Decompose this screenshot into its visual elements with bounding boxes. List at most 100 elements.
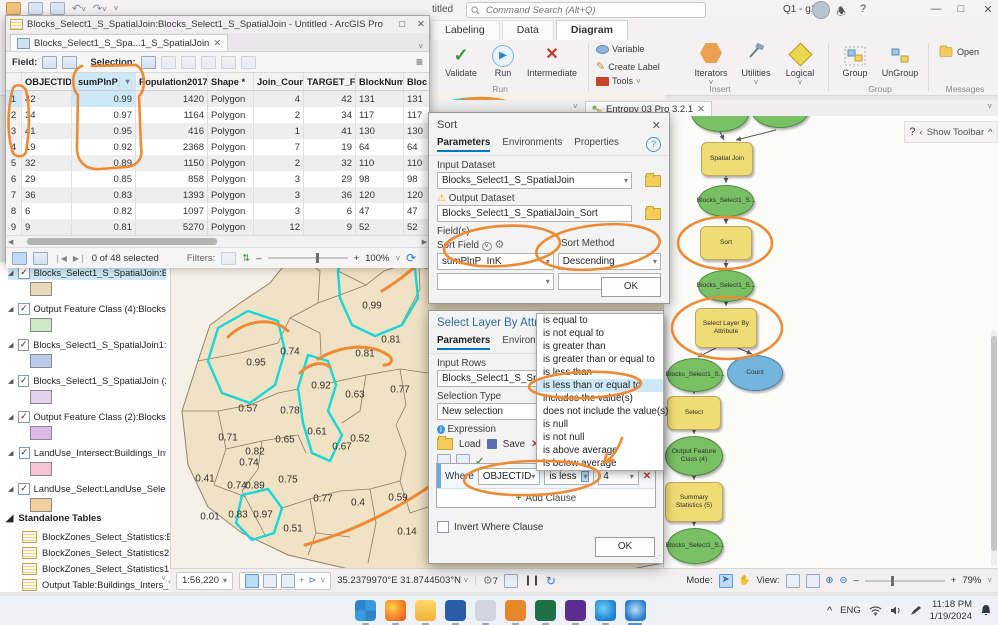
cell-join-count[interactable]: 3: [254, 203, 304, 219]
table-horizontal-scrollbar[interactable]: ◀ ▶: [6, 235, 429, 247]
taskbar-app-icon[interactable]: [595, 600, 616, 621]
cell-blocknumber2[interactable]: 120: [404, 187, 429, 203]
pan-mode-icon[interactable]: ✋: [739, 575, 751, 586]
create-label-button[interactable]: ✎Create Label: [596, 60, 660, 73]
first-record-icon[interactable]: ❘◀: [54, 254, 67, 263]
cell-join-count[interactable]: 1: [254, 123, 304, 139]
standalone-table-item[interactable]: BlockZones_Select_Statistics1:Buil...: [22, 562, 171, 576]
browse-folder-icon[interactable]: [645, 175, 661, 187]
switch-selection-icon[interactable]: [181, 56, 196, 69]
tab-parameters[interactable]: Parameters: [437, 335, 490, 350]
add-field-icon[interactable]: [42, 56, 57, 69]
cell-join-count[interactable]: 2: [254, 107, 304, 123]
table-row[interactable]: 9 9 0.81 5270 Polygon 12 9 52 52: [6, 219, 429, 235]
layer-checkbox[interactable]: ✓: [18, 411, 29, 423]
zoom-plus[interactable]: +: [951, 575, 957, 586]
layer-item[interactable]: ◢ ✓ Output Feature Class (2):Blocks_...: [8, 410, 166, 424]
help-icon[interactable]: ?: [855, 3, 871, 15]
cell-shape[interactable]: Polygon: [208, 187, 254, 203]
browse-folder-icon[interactable]: [645, 208, 661, 220]
filter-icon[interactable]: [221, 252, 236, 265]
expand-triangle-icon[interactable]: ◢: [8, 341, 14, 349]
zoom-out-table[interactable]: –: [256, 253, 261, 264]
tab-environments[interactable]: Environments: [502, 137, 562, 152]
dropdown-option[interactable]: does not include the value(s): [537, 405, 663, 418]
next-record-icon[interactable]: ▶❘: [73, 254, 86, 263]
cell-sum[interactable]: 0.99: [72, 91, 136, 107]
layer-symbol-swatch[interactable]: [30, 390, 52, 404]
cell-sum[interactable]: 0.95: [72, 123, 136, 139]
layer-symbol-swatch[interactable]: [30, 318, 52, 332]
add-clause-button[interactable]: +Add Clause: [437, 488, 655, 507]
column-header[interactable]: BlockNumber: [356, 73, 404, 90]
zoom-out-icon[interactable]: ⊖: [839, 575, 847, 586]
cell-join-count[interactable]: 2: [254, 155, 304, 171]
expand-triangle-icon[interactable]: ◢: [8, 305, 14, 313]
row-number-cell[interactable]: 9: [6, 219, 22, 235]
cell-target-fid[interactable]: 9: [304, 219, 356, 235]
dropdown-option[interactable]: is equal to: [537, 314, 663, 327]
layer-item[interactable]: ◢ ✓ LandUse_Intersect:Buildings_Int...: [8, 446, 166, 460]
cell-blocknumber2[interactable]: 131: [404, 91, 429, 107]
diagram-zoom-slider[interactable]: [865, 580, 945, 582]
cell-join-count[interactable]: 3: [254, 171, 304, 187]
row-number-cell[interactable]: 3: [6, 123, 22, 139]
expand-triangle-icon[interactable]: ◢: [8, 377, 14, 385]
close-tab-icon[interactable]: ✕: [697, 104, 705, 115]
cell-objectid[interactable]: 29: [22, 171, 72, 187]
cell-population[interactable]: 2368: [136, 139, 208, 155]
layer-symbol-swatch[interactable]: [30, 498, 52, 512]
column-header[interactable]: TARGET_FID: [304, 73, 356, 90]
wifi-icon[interactable]: [869, 605, 882, 616]
dropdown-option[interactable]: is not equal to: [537, 327, 663, 340]
cell-join-count[interactable]: 7: [254, 139, 304, 155]
dropdown-option[interactable]: is not null: [537, 431, 663, 444]
cell-blocknumber2[interactable]: 98: [404, 171, 429, 187]
redo-icon[interactable]: ↷˅: [93, 2, 107, 15]
panel-scroll-hint-icon[interactable]: ˅: [161, 574, 166, 583]
layer-checkbox[interactable]: ✓: [18, 375, 29, 387]
diagram-scrollbar[interactable]: [991, 331, 997, 566]
restore-button[interactable]: □: [953, 3, 969, 15]
tools-button[interactable]: Tools˅: [596, 76, 641, 86]
output-dataset-input[interactable]: Blocks_Select1_S_SpatialJoin_Sort: [437, 205, 632, 222]
gear-icon[interactable]: ⚙: [495, 239, 505, 251]
sort-method-combo[interactable]: Descending▾: [558, 253, 661, 270]
cell-blocknumber[interactable]: 117: [356, 107, 404, 123]
ungroup-button[interactable]: UnGroup: [876, 43, 924, 78]
table-window-titlebar[interactable]: Blocks_Select1_S_SpatialJoin:Blocks_Sele…: [6, 16, 429, 33]
table-row[interactable]: 4 19 0.92 2368 Polygon 7 19 64 64: [6, 139, 429, 155]
close-button[interactable]: ✕: [980, 3, 996, 16]
undo-icon[interactable]: ↶˅: [72, 2, 86, 15]
taskbar-app-icon[interactable]: [535, 600, 556, 621]
group-button[interactable]: Group: [836, 43, 874, 78]
taskbar-app-icon[interactable]: [565, 600, 586, 621]
zoom-in-table[interactable]: +: [354, 253, 360, 264]
dropdown-option[interactable]: is greater than or equal to: [537, 353, 663, 366]
show-toolbar-button[interactable]: ? ‹ Show Toolbar ^: [904, 121, 998, 143]
table-zoom-slider[interactable]: [268, 257, 348, 259]
command-search[interactable]: [466, 2, 706, 18]
ribbon-tab[interactable]: Labeling: [430, 20, 500, 40]
close-tab-icon[interactable]: ✕: [213, 38, 221, 49]
model-node[interactable]: Sort: [700, 226, 752, 260]
cell-shape[interactable]: Polygon: [208, 219, 254, 235]
modelbuilder-diagram[interactable]: Spatial JoinBlocks_Select1_S...SortBlock…: [663, 116, 998, 568]
scrollbar-thumb[interactable]: [27, 238, 217, 245]
cell-shape[interactable]: Polygon: [208, 123, 254, 139]
select-mode-icon[interactable]: ➤: [719, 574, 733, 588]
field-combo[interactable]: OBJECTID▾: [478, 468, 540, 485]
save-as-icon[interactable]: [50, 2, 65, 15]
cell-join-count[interactable]: 3: [254, 187, 304, 203]
standalone-table-item[interactable]: BlockZones_Select_Statistics:Build...: [22, 530, 171, 544]
cell-blocknumber2[interactable]: 110: [404, 155, 429, 171]
column-header[interactable]: Bloc: [404, 73, 429, 90]
row-number-cell[interactable]: 4: [6, 139, 22, 155]
row-number-cell[interactable]: 2: [6, 107, 22, 123]
cell-objectid[interactable]: 42: [22, 91, 72, 107]
table-tab[interactable]: Blocks_Select1_S_Spa...1_S_SpatialJoin ✕: [10, 34, 228, 51]
intermediate-button[interactable]: ✕Intermediate: [522, 43, 582, 78]
taskbar-app-icon[interactable]: [475, 600, 496, 621]
close-dialog-icon[interactable]: ✕: [652, 119, 661, 132]
save-button[interactable]: Save: [503, 439, 525, 450]
